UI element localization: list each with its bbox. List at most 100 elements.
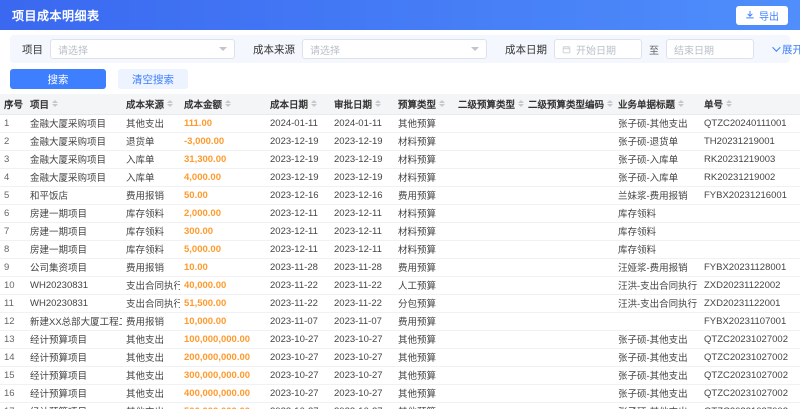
end-date-input[interactable]: 结束日期	[666, 39, 754, 59]
cell-approve_date: 2024-01-11	[330, 114, 394, 133]
table-row[interactable]: 3 金融大厦采购项目 入库单 31,300.00 2023-12-19 2023-12-1…	[0, 150, 800, 169]
cell-no: 10	[0, 276, 26, 295]
column-header-amount[interactable]: 成本金额	[180, 94, 266, 115]
table-row[interactable]: 9 公司集资项目 费用报销 10.00 2023-11-28 2023-11-28 费用预算…	[0, 258, 800, 277]
cell-sub_type	[454, 114, 524, 133]
cell-cost_date: 2023-10-27	[266, 384, 330, 403]
column-header-sub_type[interactable]: 二级预算类型	[454, 94, 524, 115]
table-row[interactable]: 2 金融大厦采购项目 退货单 -3,000.00 2023-12-19 2023-12-1…	[0, 132, 800, 151]
table-row[interactable]: 7 房建一期项目 库存领料 300.00 2023-12-11 2023-12-11 材料预…	[0, 222, 800, 241]
cell-amount: 400,000,000.00	[180, 384, 266, 403]
column-header-project[interactable]: 项目	[26, 94, 122, 115]
sort-icon[interactable]	[225, 100, 232, 108]
export-button[interactable]: 导出	[736, 5, 788, 25]
cell-source: 其他支出	[122, 348, 180, 367]
cell-source: 库存领料	[122, 204, 180, 223]
table-row[interactable]: 4 金融大厦采购项目 入库单 4,000.00 2023-12-19 2023-12-19…	[0, 168, 800, 187]
cell-approve_date: 2023-10-27	[330, 348, 394, 367]
cell-source: 其他支出	[122, 114, 180, 133]
cell-budget_type: 材料预算	[394, 240, 454, 259]
cell-sub_type	[454, 222, 524, 241]
cell-cost_date: 2023-11-28	[266, 258, 330, 277]
cell-sub_code	[524, 168, 614, 187]
cell-sub_code	[524, 330, 614, 349]
table-row[interactable]: 13 经计预算项目 其他支出 100,000,000.00 2023-10-27 2023…	[0, 330, 800, 349]
table-row[interactable]: 12新建XX总部大厦工程二期费用报销10,000.002023-11-07202…	[0, 312, 800, 331]
cell-budget_type: 其他预算	[394, 366, 454, 385]
cell-project: 公司集资项目	[26, 258, 122, 277]
sort-icon[interactable]	[375, 100, 382, 108]
table-row[interactable]: 8 房建一期项目 库存领料 5,000.00 2023-12-11 2023-12-11 材…	[0, 240, 800, 259]
column-header-doc_no[interactable]: 单号	[700, 94, 800, 115]
sort-icon[interactable]	[311, 100, 318, 108]
action-row: 搜索 清空搜索	[10, 69, 790, 89]
cost-source-select[interactable]: 请选择	[302, 39, 487, 59]
cell-doc_title: 库存领料	[614, 240, 700, 259]
cell-doc_title: 汪洪-支出合同执行	[614, 294, 700, 313]
cell-source: 退货单	[122, 132, 180, 151]
cell-amount: 31,300.00	[180, 150, 266, 169]
sort-icon[interactable]	[518, 100, 524, 108]
cell-budget_type: 费用预算	[394, 258, 454, 277]
search-button[interactable]: 搜索	[10, 69, 106, 89]
table-row[interactable]: 14 经计预算项目 其他支出 200,000,000.00 2023-10-27 2023…	[0, 348, 800, 367]
cell-sub_type	[454, 294, 524, 313]
cell-approve_date: 2023-12-19	[330, 168, 394, 187]
cell-sub_type	[454, 330, 524, 349]
table-row[interactable]: 10 WH20230831 支出合同执行 40,000.00 2023-11-22 202…	[0, 276, 800, 295]
cell-sub_code	[524, 150, 614, 169]
cell-sub_type	[454, 348, 524, 367]
cell-source: 费用报销	[122, 312, 180, 331]
column-header-budget_type[interactable]: 预算类型	[394, 94, 454, 115]
cell-cost_date: 2023-12-11	[266, 204, 330, 223]
calendar-icon	[562, 45, 571, 54]
start-date-input[interactable]: 开始日期	[554, 39, 642, 59]
cell-budget_type: 其他预算	[394, 330, 454, 349]
clear-search-button[interactable]: 清空搜索	[118, 69, 188, 89]
cell-cost_date: 2023-12-19	[266, 132, 330, 151]
cell-amount: 10,000.00	[180, 312, 266, 331]
table-row[interactable]: 15 经计预算项目 其他支出 300,000,000.00 2023-10-27 2023…	[0, 366, 800, 385]
column-header-approve_date[interactable]: 审批日期	[330, 94, 394, 115]
cell-sub_code	[524, 258, 614, 277]
sort-icon[interactable]	[607, 100, 614, 108]
cell-source: 其他支出	[122, 384, 180, 403]
cell-cost_date: 2023-12-19	[266, 168, 330, 187]
expand-filter-link[interactable]: 展开筛选	[772, 42, 800, 57]
cell-sub_type	[454, 258, 524, 277]
table-row[interactable]: 5 和平饭店 费用报销 50.00 2023-12-16 2023-12-16 费用预算 兰妹…	[0, 186, 800, 205]
cell-doc_title: 张子硕-其他支出	[614, 366, 700, 385]
column-header-cost_date[interactable]: 成本日期	[266, 94, 330, 115]
cell-budget_type: 材料预算	[394, 204, 454, 223]
sort-icon[interactable]	[726, 100, 733, 108]
table-row[interactable]: 6 房建一期项目 库存领料 2,000.00 2023-12-11 2023-12-11 材…	[0, 204, 800, 223]
project-select[interactable]: 请选择	[50, 39, 235, 59]
sort-icon[interactable]	[439, 100, 446, 108]
cell-cost_date: 2023-10-27	[266, 366, 330, 385]
sort-icon[interactable]	[52, 100, 59, 108]
sort-icon[interactable]	[678, 100, 685, 108]
table-row[interactable]: 1 金融大厦采购项目 其他支出 111.00 2024-01-11 2024-01-11 其…	[0, 114, 800, 133]
column-header-source[interactable]: 成本来源	[122, 94, 180, 115]
column-label: 成本金额	[184, 99, 223, 111]
date-range-separator: 至	[649, 45, 659, 57]
cell-doc_no: QTZC20231027002	[700, 348, 800, 367]
cell-project: 经计预算项目	[26, 330, 122, 349]
table-row[interactable]: 17经计预算项目其他支出500,000,000.002023-10-272023…	[0, 402, 800, 409]
export-button-label: 导出	[759, 11, 779, 23]
cell-amount: 5,000.00	[180, 240, 266, 259]
cell-approve_date: 2023-10-27	[330, 330, 394, 349]
column-header-doc_title[interactable]: 业务单据标题	[614, 94, 700, 115]
sort-icon[interactable]	[167, 100, 174, 108]
cell-budget_type: 其他预算	[394, 348, 454, 367]
cell-sub_type	[454, 186, 524, 205]
app-window: 项目成本明细表 导出 项目 请选择 成本来源 请选择 成本日期 开始日期 至 结…	[0, 0, 800, 409]
cell-approve_date: 2023-11-07	[330, 312, 394, 331]
column-header-sub_code[interactable]: 二级预算类型编码	[524, 94, 614, 115]
cell-no: 17	[0, 402, 26, 409]
cell-project: 房建一期项目	[26, 204, 122, 223]
cell-sub_code	[524, 132, 614, 151]
table-row[interactable]: 11 WH20230831 支出合同执行 51,500.00 2023-11-22 202…	[0, 294, 800, 313]
cell-budget_type: 材料预算	[394, 150, 454, 169]
table-row[interactable]: 16 经计预算项目 其他支出 400,000,000.00 2023-10-27 2023…	[0, 384, 800, 403]
